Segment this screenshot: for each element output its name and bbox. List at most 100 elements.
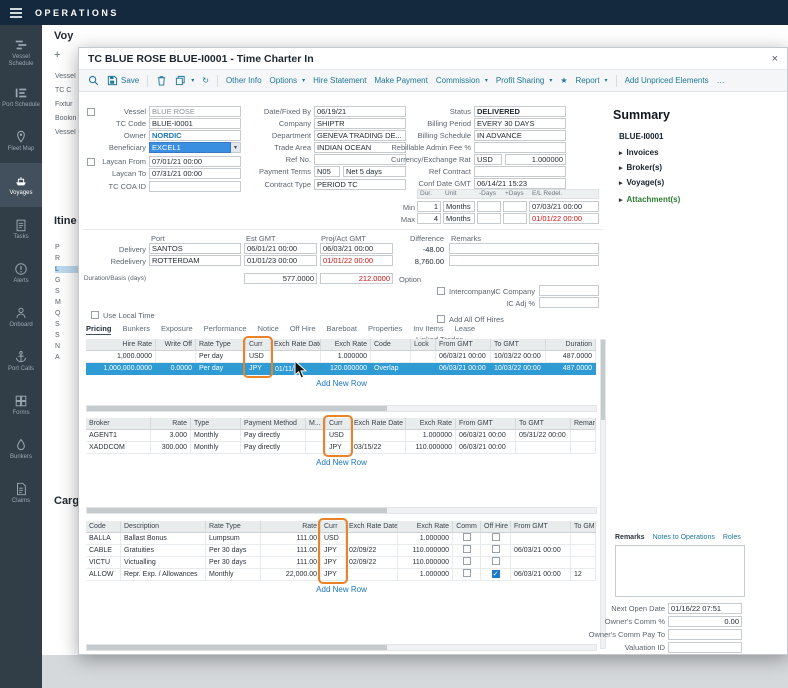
column-header-curr[interactable]: Curr (321, 521, 346, 533)
column-header-rate-type[interactable]: Rate Type (206, 521, 261, 533)
column-header-to-gmt[interactable]: To GMT (516, 418, 571, 430)
column-header-exch-rate[interactable]: Exch Rate (321, 339, 371, 351)
cell[interactable]: USD (246, 351, 271, 363)
cell[interactable] (156, 351, 196, 363)
tab-exposure[interactable]: Exposure (161, 324, 193, 335)
cell[interactable]: USD (326, 430, 351, 442)
cell[interactable] (571, 545, 596, 557)
broker-horizontal-scrollbar[interactable] (86, 507, 597, 514)
cell[interactable]: 02/09/22 (346, 557, 398, 569)
scrollbar-thumb[interactable] (601, 340, 605, 420)
cell[interactable]: 1.000000 (398, 533, 453, 545)
cell[interactable]: 02/09/22 (346, 545, 398, 557)
cell-checkbox[interactable] (463, 533, 471, 541)
cell[interactable] (516, 442, 571, 454)
column-header-rate-type[interactable]: Rate Type (196, 339, 246, 351)
duration-est-field[interactable]: 577.0000 (244, 273, 317, 284)
cell[interactable]: 06/03/21 00:00 (456, 430, 516, 442)
sidebar-item-forms[interactable]: Forms (0, 383, 42, 427)
valuation-id-field[interactable] (668, 642, 742, 653)
delivery-remarks-field[interactable] (449, 243, 599, 254)
status-field[interactable]: DELIVERED (474, 106, 566, 117)
cell[interactable]: Per 30 days (206, 545, 261, 557)
sidebar-item-claims[interactable]: Claims (0, 471, 42, 515)
cell[interactable]: JPY (326, 442, 351, 454)
min-plus-days-field[interactable] (503, 201, 527, 212)
cell[interactable]: Repr. Exp. / Allowances (121, 569, 206, 581)
cell[interactable]: 110.000000 (406, 442, 456, 454)
cell[interactable]: 03/15/22 (351, 442, 406, 454)
cell[interactable]: Monthly (191, 430, 241, 442)
table-row[interactable]: XADDCOM300.000MonthlyPay directlyJPY03/1… (86, 442, 597, 454)
remarks-textarea[interactable] (615, 545, 745, 597)
cell-checkbox[interactable] (492, 557, 500, 565)
delivery-est-gmt-field[interactable]: 06/01/21 00:00 (244, 243, 317, 254)
cell[interactable]: 487.0000 (546, 351, 596, 363)
add-new-row-link[interactable]: Add New Row (86, 454, 597, 467)
cell[interactable] (571, 430, 596, 442)
add-new-row-link[interactable]: Add New Row (86, 375, 597, 388)
summary-attachments-link[interactable]: Attachment(s) (619, 195, 680, 204)
column-header-exch-rate-date[interactable]: Exch Rate Date (351, 418, 406, 430)
redelivery-proj-gmt-field[interactable]: 01/01/22 00:00 (320, 255, 393, 266)
tab-performance[interactable]: Performance (204, 324, 247, 335)
column-header-exch-rate-date[interactable]: Exch Rate Date (346, 521, 398, 533)
column-header-description[interactable]: Description (121, 521, 206, 533)
cell[interactable] (346, 569, 398, 581)
sidebar-item-onboard[interactable]: Onboard (0, 295, 42, 339)
column-header-code[interactable]: Code (371, 339, 411, 351)
cell[interactable]: Per 30 days (206, 557, 261, 569)
save-button[interactable]: Save (107, 75, 139, 86)
tab-properties[interactable]: Properties (368, 324, 402, 335)
column-header-remark[interactable]: Remark (571, 418, 596, 430)
cell[interactable]: ALLOW (86, 569, 121, 581)
close-icon[interactable]: × (772, 53, 778, 65)
cell[interactable] (453, 557, 481, 569)
column-header-m-[interactable]: M... (306, 418, 326, 430)
table-row[interactable]: 1,000,000.00000.0000Per dayJPY01/11/2212… (86, 363, 597, 375)
exchange-rate-field[interactable]: 1.000000 (505, 154, 566, 165)
cell[interactable] (481, 533, 511, 545)
cell[interactable]: 1.000000 (321, 351, 371, 363)
sidebar-item-alerts[interactable]: Alerts (0, 251, 42, 295)
billing-schedule-field[interactable]: IN ADVANCE (474, 130, 566, 141)
sidebar-item-voyages[interactable]: Voyages (0, 163, 42, 207)
column-header-curr[interactable]: Curr (246, 339, 271, 351)
max-plus-days-field[interactable] (503, 213, 527, 224)
column-header-lock[interactable]: Lock (411, 339, 436, 351)
cell[interactable] (453, 569, 481, 581)
cell[interactable]: 111.00 (261, 557, 321, 569)
cell[interactable]: 22,000.00 (261, 569, 321, 581)
cell[interactable] (411, 363, 436, 375)
tab-remarks[interactable]: Remarks (615, 534, 645, 541)
column-header-off-hire[interactable]: Off Hire (481, 521, 511, 533)
column-header-write-off[interactable]: Write Off (156, 339, 196, 351)
cell[interactable]: 1.000000 (398, 569, 453, 581)
min-duration-field[interactable]: 1 (417, 201, 441, 212)
column-header-broker[interactable]: Broker (86, 418, 151, 430)
max-duration-field[interactable]: 4 (417, 213, 441, 224)
column-header-duration[interactable]: Duration (546, 339, 596, 351)
tc-coa-id-field[interactable] (149, 181, 241, 192)
scrollbar-thumb[interactable] (87, 406, 387, 411)
cell[interactable] (481, 557, 511, 569)
cell[interactable]: 300.000 (151, 442, 191, 454)
owners-comm-pct-field[interactable]: 0.00 (668, 616, 742, 627)
add-icon[interactable]: + (54, 49, 60, 61)
tab-lease[interactable]: Lease (455, 324, 475, 335)
tab-roles[interactable]: Roles (723, 534, 741, 541)
cell[interactable]: 12 (571, 569, 596, 581)
cell[interactable] (511, 557, 571, 569)
owners-comm-pay-to-field[interactable] (668, 629, 742, 640)
cell[interactable]: 06/03/21 00:00 (436, 351, 491, 363)
other-info-button[interactable]: Other Info (226, 76, 262, 85)
cell[interactable] (346, 533, 398, 545)
cell[interactable]: 3.000 (151, 430, 191, 442)
column-header-exch-rate[interactable]: Exch Rate (398, 521, 453, 533)
cell[interactable]: BALLA (86, 533, 121, 545)
cell[interactable]: ✓ (481, 569, 511, 581)
sidebar-item-bunkers[interactable]: Bunkers (0, 427, 42, 471)
cell[interactable]: 10/03/22 00:00 (491, 351, 546, 363)
make-payment-button[interactable]: Make Payment (374, 76, 427, 85)
table-row[interactable]: CABLEGratuitiesPer 30 days111.00JPY02/09… (86, 545, 597, 557)
